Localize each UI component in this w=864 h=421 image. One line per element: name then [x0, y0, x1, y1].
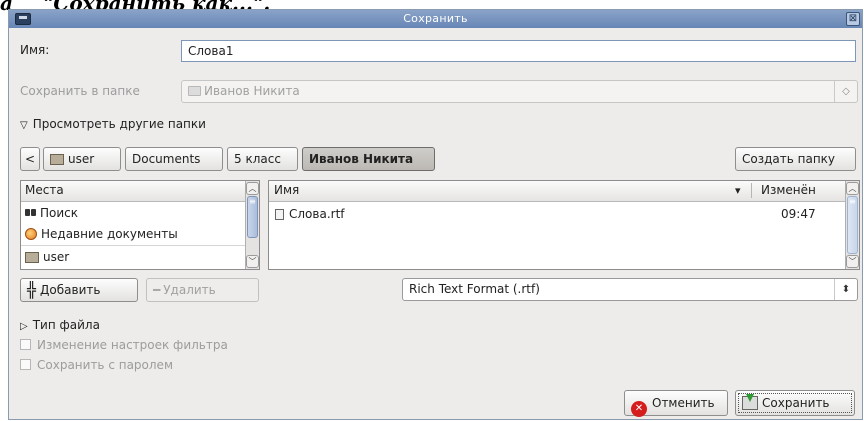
places-item-label: Поиск	[40, 206, 79, 220]
path-crumb-5-klass[interactable]: 5 класс	[227, 147, 298, 171]
window-title: Сохранить	[403, 12, 468, 25]
plus-icon: ╬	[27, 281, 37, 299]
file-row[interactable]: Слова.rtf	[275, 207, 345, 221]
checkbox-icon	[20, 339, 31, 350]
places-item-search[interactable]: Поиск	[25, 206, 78, 220]
save-password-checkbox[interactable]: Сохранить с паролем	[20, 358, 173, 372]
places-item-label: user	[43, 250, 70, 264]
binoculars-icon	[25, 207, 37, 218]
scroll-up-icon[interactable]: ︿	[246, 182, 259, 195]
recent-icon	[25, 228, 37, 240]
header-divider	[751, 183, 752, 198]
places-scrollbar[interactable]: ︿ ≡ ﹀	[245, 181, 259, 269]
places-pane: Места Поиск Недавние документы user ︿ ≡ …	[20, 180, 260, 270]
minus-icon: ━	[153, 283, 161, 297]
name-label: Имя:	[20, 43, 50, 57]
save-dialog: Сохранить ⊠ Имя: Слова1 Сохранить в папк…	[8, 9, 863, 420]
save-in-folder-label: Сохранить в папке	[20, 84, 140, 98]
places-divider	[21, 245, 245, 246]
path-crumb-current[interactable]: Иванов Никита	[302, 147, 435, 171]
file-filter-value: Rich Text Format (.rtf)	[409, 282, 540, 296]
col-modified-header[interactable]: Изменён	[761, 181, 816, 200]
home-folder-icon	[50, 154, 64, 165]
sort-arrow-icon: ▾	[735, 184, 741, 197]
scroll-thumb[interactable]: ≡	[847, 196, 858, 254]
file-name: Слова.rtf	[289, 207, 345, 221]
scroll-down-icon[interactable]: ﹀	[846, 255, 859, 268]
places-item-label: Недавние документы	[41, 227, 178, 241]
remove-place-button[interactable]: ━ Удалить	[146, 278, 259, 302]
browse-folders-label: Просмотреть другие папки	[32, 117, 206, 131]
path-back-button[interactable]: <	[20, 147, 40, 171]
files-scrollbar[interactable]: ︿ ≡ ﹀	[845, 181, 859, 269]
scroll-down-icon[interactable]: ﹀	[246, 255, 259, 268]
save-in-folder-value: Иванов Никита	[204, 84, 300, 98]
save-label: Сохранить	[762, 396, 830, 410]
file-modified: 09:47	[781, 207, 816, 221]
col-name-header[interactable]: Имя	[274, 181, 299, 200]
save-button[interactable]: Сохранить	[735, 390, 855, 416]
path-crumb-user[interactable]: user	[43, 147, 121, 171]
crumb-label: user	[68, 152, 95, 166]
browse-folders-expander[interactable]: ▽ Просмотреть другие папки	[20, 117, 206, 131]
combo-arrow-icon: ⬍	[834, 279, 857, 300]
places-item-recent[interactable]: Недавние документы	[25, 227, 178, 241]
home-folder-icon	[25, 252, 39, 263]
edit-filter-label: Изменение настроек фильтра	[37, 338, 228, 352]
create-folder-button[interactable]: Создать папку	[735, 147, 856, 171]
save-in-folder-combo[interactable]: Иванов Никита ◇	[181, 80, 858, 103]
cancel-icon: ✕	[631, 401, 647, 417]
folder-icon	[188, 86, 201, 96]
cancel-label: Отменить	[652, 396, 715, 410]
save-password-label: Сохранить с паролем	[37, 358, 173, 372]
name-field[interactable]: Слова1	[181, 40, 856, 62]
titlebar: Сохранить ⊠	[9, 10, 862, 28]
add-place-label: Добавить	[40, 283, 101, 297]
files-pane: Имя ▾ Изменён Слова.rtf 09:47 ︿ ≡ ﹀	[268, 180, 860, 270]
file-type-label: Тип файла	[32, 318, 100, 332]
cancel-button[interactable]: ✕ Отменить	[624, 390, 728, 417]
file-type-expander[interactable]: ▷ Тип файла	[20, 318, 100, 332]
file-filter-combo[interactable]: Rich Text Format (.rtf) ⬍	[402, 278, 858, 301]
save-icon	[742, 394, 758, 410]
path-crumb-documents[interactable]: Documents	[125, 147, 223, 171]
expander-closed-icon: ▷	[20, 321, 28, 332]
files-header: Имя ▾ Изменён	[269, 181, 845, 202]
remove-place-label: Удалить	[163, 283, 216, 297]
places-header[interactable]: Места	[21, 181, 245, 202]
add-place-button[interactable]: ╬ Добавить	[20, 278, 138, 302]
combo-arrow-icon: ◇	[834, 81, 857, 102]
expander-open-icon: ▽	[20, 120, 28, 131]
scroll-up-icon[interactable]: ︿	[846, 182, 859, 195]
checkbox-icon	[20, 359, 31, 370]
places-header-label: Места	[25, 183, 64, 197]
scroll-thumb[interactable]: ≡	[247, 196, 258, 238]
edit-filter-checkbox[interactable]: Изменение настроек фильтра	[20, 338, 228, 352]
close-icon[interactable]: ⊠	[846, 12, 860, 26]
places-item-user[interactable]: user	[25, 250, 69, 264]
document-icon	[275, 209, 284, 220]
